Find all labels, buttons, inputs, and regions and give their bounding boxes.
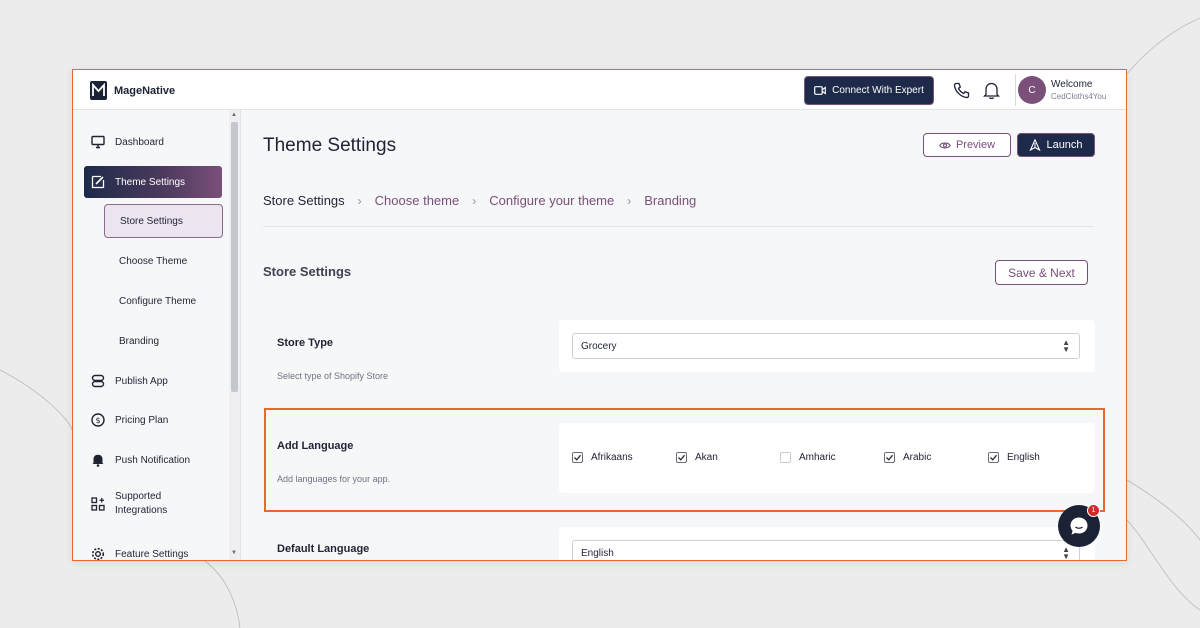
- connect-expert-label: Connect With Expert: [832, 85, 924, 96]
- sidebar: Dashboard Theme Settings Store Settings …: [73, 110, 241, 560]
- breadcrumb-store-settings[interactable]: Store Settings: [263, 193, 345, 208]
- store-type-label: Store Type: [277, 337, 334, 349]
- add-language-label: Add Language: [277, 440, 354, 452]
- sidebar-subitem-configure-theme[interactable]: Configure Theme: [104, 284, 223, 318]
- sidebar-item-publish-app[interactable]: Publish App: [84, 365, 222, 397]
- language-label: Arabic: [903, 452, 932, 463]
- default-language-select[interactable]: English ▲ ▼: [572, 540, 1080, 561]
- sidebar-subitem-branding[interactable]: Branding: [104, 324, 223, 358]
- top-bar: MageNative Connect With Expert C Welcome…: [73, 70, 1126, 110]
- chat-bubble-icon: [1070, 517, 1088, 535]
- default-language-label: Default Language: [277, 543, 370, 555]
- sidebar-item-dashboard[interactable]: Dashboard: [84, 126, 222, 158]
- app-name: MageNative: [114, 84, 176, 97]
- select-arrows-icon: ▲ ▼: [1062, 338, 1070, 354]
- eye-icon: [939, 142, 951, 148]
- divider: [263, 226, 1094, 227]
- gear-icon: [91, 547, 105, 560]
- scroll-up-icon[interactable]: ▲: [231, 112, 237, 118]
- sidebar-item-label: Pricing Plan: [115, 414, 169, 426]
- select-arrows-icon: ▲ ▼: [1062, 545, 1070, 561]
- svg-text:$: $: [95, 416, 100, 425]
- add-language-card: Afrikaans Akan Amharic Arabic English: [559, 423, 1095, 493]
- store-type-help: Select type of Shopify Store: [277, 371, 389, 381]
- default-language-value: English: [581, 547, 614, 559]
- sidebar-subitem-label: Store Settings: [120, 215, 183, 227]
- sidebar-item-push-notification[interactable]: Push Notification: [84, 444, 222, 476]
- sidebar-subitem-label: Branding: [119, 335, 160, 347]
- sidebar-item-theme-settings[interactable]: Theme Settings: [84, 166, 222, 198]
- sidebar-item-label: Supported Integrations: [115, 491, 168, 516]
- default-language-card: English ▲ ▼: [559, 527, 1095, 561]
- language-checkbox-english[interactable]: English: [988, 452, 1040, 463]
- chevron-right-icon: ›: [627, 193, 632, 208]
- language-label: Amharic: [799, 452, 836, 463]
- sidebar-item-supported-integrations[interactable]: Supported Integrations: [84, 484, 222, 524]
- sidebar-item-label: Theme Settings: [115, 176, 186, 188]
- save-next-button[interactable]: Save & Next: [995, 260, 1088, 285]
- sidebar-item-label: Publish App: [115, 375, 168, 387]
- magenative-logo-icon: [90, 81, 107, 100]
- app-window: MageNative Connect With Expert C Welcome…: [72, 69, 1127, 561]
- sidebar-item-label: Dashboard: [115, 136, 164, 148]
- main-content: Theme Settings Preview Launch Store Sett…: [242, 110, 1126, 561]
- grid-plus-icon: [91, 497, 105, 511]
- sidebar-scrollbar[interactable]: ▲ ▼: [229, 110, 240, 560]
- monitor-icon: [91, 135, 105, 149]
- checkbox-checked-icon: [676, 452, 687, 463]
- language-checkbox-afrikaans[interactable]: Afrikaans: [572, 452, 633, 463]
- page-title: Theme Settings: [263, 135, 397, 156]
- launch-button[interactable]: Launch: [1017, 133, 1095, 157]
- phone-icon[interactable]: [953, 82, 970, 99]
- language-checkbox-akan[interactable]: Akan: [676, 452, 718, 463]
- dollar-icon: $: [91, 413, 105, 427]
- sidebar-item-label: Feature Settings: [115, 548, 189, 560]
- store-type-card: Grocery ▲ ▼: [559, 320, 1095, 372]
- scroll-down-icon[interactable]: ▼: [231, 550, 237, 556]
- store-name: CedCloths4You: [1051, 92, 1107, 101]
- sidebar-subitem-store-settings[interactable]: Store Settings: [104, 204, 223, 238]
- breadcrumb: Store Settings › Choose theme › Configur…: [263, 193, 696, 208]
- breadcrumb-choose-theme[interactable]: Choose theme: [375, 193, 460, 208]
- user-menu[interactable]: C Welcome CedCloths4You: [1015, 74, 1108, 106]
- notification-bell-icon[interactable]: [983, 81, 1000, 100]
- chevron-right-icon: ›: [357, 193, 362, 208]
- language-label: English: [1007, 452, 1040, 463]
- checkbox-checked-icon: [884, 452, 895, 463]
- launch-label: Launch: [1046, 139, 1083, 151]
- rocket-icon: [1029, 139, 1041, 151]
- breadcrumb-configure-theme[interactable]: Configure your theme: [489, 193, 614, 208]
- sidebar-subitem-label: Choose Theme: [119, 255, 188, 267]
- video-camera-icon: [814, 86, 826, 95]
- language-checkbox-arabic[interactable]: Arabic: [884, 452, 931, 463]
- add-language-help: Add languages for your app.: [277, 474, 391, 484]
- language-checkbox-amharic[interactable]: Amharic: [780, 452, 836, 463]
- sidebar-item-label: Push Notification: [115, 454, 191, 466]
- logo[interactable]: MageNative: [90, 81, 175, 100]
- publish-icon: [91, 374, 105, 388]
- language-label: Afrikaans: [591, 452, 633, 463]
- checkbox-unchecked-icon: [780, 452, 791, 463]
- avatar: C: [1018, 76, 1046, 104]
- checkbox-checked-icon: [572, 452, 583, 463]
- store-type-select[interactable]: Grocery ▲ ▼: [572, 333, 1080, 359]
- sidebar-item-pricing-plan[interactable]: $ Pricing Plan: [84, 404, 222, 436]
- section-title: Store Settings: [263, 264, 352, 279]
- preview-button[interactable]: Preview: [923, 133, 1011, 157]
- sidebar-subitem-label: Configure Theme: [119, 295, 197, 307]
- store-type-value: Grocery: [581, 340, 617, 352]
- bell-icon: [92, 454, 104, 467]
- welcome-text: Welcome: [1051, 79, 1093, 90]
- paint-brush-icon: [91, 175, 105, 189]
- checkbox-checked-icon: [988, 452, 999, 463]
- breadcrumb-branding[interactable]: Branding: [644, 193, 696, 208]
- preview-label: Preview: [955, 139, 996, 151]
- chevron-right-icon: ›: [472, 193, 477, 208]
- connect-expert-button[interactable]: Connect With Expert: [804, 76, 934, 105]
- language-label: Akan: [695, 452, 718, 463]
- sidebar-subitem-choose-theme[interactable]: Choose Theme: [104, 244, 223, 278]
- scrollbar-thumb[interactable]: [231, 122, 238, 392]
- chat-notification-badge: 1: [1087, 504, 1100, 517]
- sidebar-item-feature-settings[interactable]: Feature Settings: [84, 538, 222, 560]
